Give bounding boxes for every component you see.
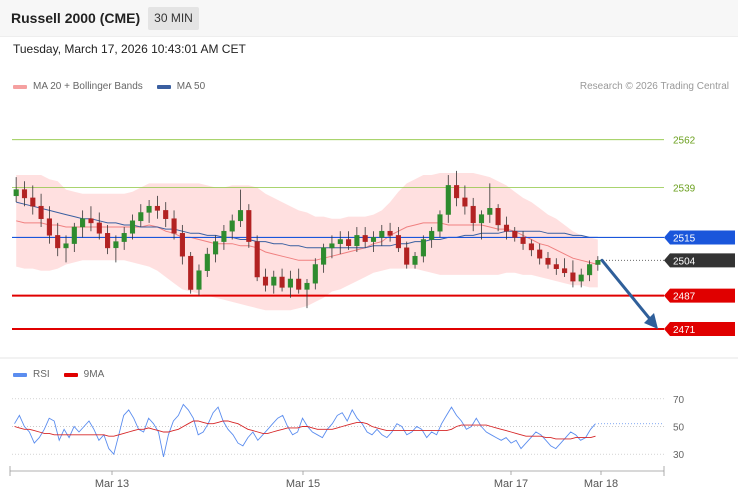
forecast-arrow-line	[600, 258, 656, 326]
rsi-tick-label-30: 30	[673, 450, 685, 461]
candle-body	[437, 214, 443, 232]
candle-body	[337, 239, 343, 244]
candle-body	[121, 233, 127, 242]
candle-body	[179, 233, 185, 257]
candle-body	[246, 210, 252, 242]
candle-body	[296, 278, 302, 290]
candle-body	[96, 222, 102, 234]
candle-body	[462, 197, 468, 207]
candle-body	[329, 243, 335, 249]
candle-body	[105, 233, 111, 249]
candle-body	[188, 255, 194, 290]
candle-body	[578, 274, 584, 282]
level-label-2562: 2562	[673, 136, 696, 147]
candle-body	[420, 239, 426, 257]
candle-body	[63, 243, 69, 249]
candle-body	[262, 276, 269, 286]
candle-body	[478, 214, 485, 224]
candle-body	[312, 264, 318, 284]
candle-body	[204, 253, 210, 271]
candle-body	[370, 237, 377, 242]
candle-body	[445, 185, 451, 215]
candle-body	[520, 237, 526, 244]
candle-body	[55, 235, 61, 249]
level-label-2515: 2515	[673, 233, 696, 244]
level-label-2539: 2539	[673, 184, 696, 195]
candle-body	[537, 249, 543, 259]
candle-body	[213, 241, 219, 255]
x-tick-label: Mar 15	[286, 478, 320, 490]
candle-body	[171, 218, 177, 234]
candle-body	[38, 205, 44, 219]
candle-body	[545, 257, 551, 265]
candle-body	[587, 264, 593, 276]
candle-body	[562, 268, 568, 274]
candle-body	[229, 220, 235, 232]
level-label-2471: 2471	[673, 325, 696, 336]
candle-body	[146, 205, 152, 213]
price-chart[interactable]: 2562 2539 2515 2504 2487 2471 70 50 30 Mar 13 Mar …	[0, 0, 738, 500]
candle-body	[570, 272, 576, 282]
candle-body	[279, 276, 285, 288]
candle-body	[163, 210, 169, 219]
candle-body	[429, 230, 435, 240]
candle-body	[512, 230, 518, 238]
candle-body	[395, 235, 401, 249]
candle-body	[553, 264, 559, 269]
candle-body	[287, 278, 293, 288]
candle-body	[129, 220, 136, 234]
candle-body	[138, 212, 144, 222]
candle-body	[495, 208, 501, 226]
candle-body	[113, 241, 119, 249]
candle-body	[221, 230, 227, 242]
candle-body	[387, 230, 393, 236]
x-tick-label: Mar 17	[494, 478, 528, 490]
candle-body	[321, 247, 327, 265]
x-tick-label: Mar 13	[95, 478, 129, 490]
candle-body	[354, 235, 360, 247]
candle-body	[470, 205, 476, 224]
candle-body	[46, 218, 52, 236]
candle-body	[237, 210, 244, 222]
candle-body	[412, 255, 418, 265]
candle-body	[304, 282, 310, 290]
candle-body	[88, 218, 94, 224]
candle-body	[503, 224, 510, 232]
candle-body	[21, 189, 28, 199]
candle-body	[80, 218, 86, 228]
candle-body	[454, 185, 460, 199]
candle-body	[362, 235, 368, 242]
x-tick-label: Mar 18	[584, 478, 618, 490]
rsi-tick-label-70: 70	[673, 395, 685, 406]
level-label-2504: 2504	[673, 256, 696, 267]
candle-body	[271, 276, 277, 286]
candle-body	[404, 247, 410, 265]
candle-body	[346, 239, 352, 246]
rsi-line	[14, 403, 596, 457]
candle-body	[487, 208, 493, 215]
candle-body	[379, 230, 385, 238]
candle-body	[595, 260, 601, 265]
candle-body	[30, 197, 36, 207]
candle-body	[154, 205, 160, 211]
rsi-ma-line	[14, 420, 596, 440]
level-label-2487: 2487	[673, 292, 696, 303]
candle-body	[254, 241, 260, 278]
candle-body	[528, 243, 534, 251]
candle-body	[71, 226, 77, 244]
rsi-tick-label-50: 50	[673, 423, 685, 434]
candle-body	[13, 189, 19, 197]
candle-body	[196, 270, 202, 290]
